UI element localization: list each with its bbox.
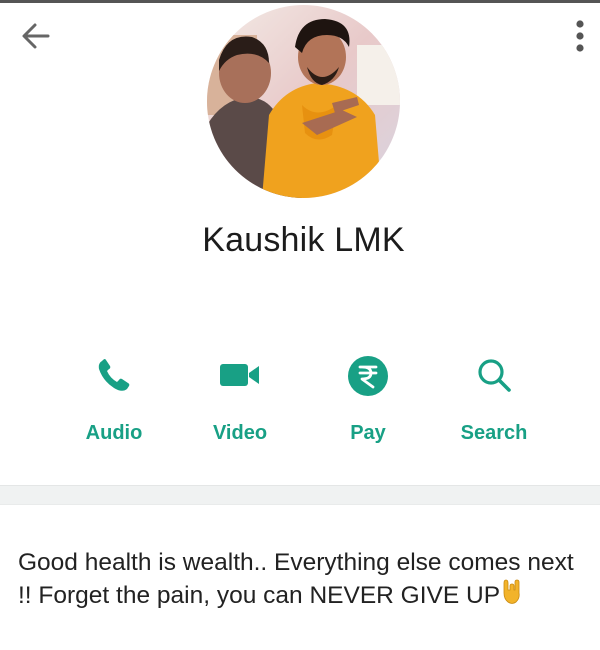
- contact-name: Kaushik LMK: [202, 221, 405, 259]
- section-divider: [0, 485, 600, 505]
- video-label: Video: [212, 422, 268, 444]
- profile-avatar[interactable]: [207, 5, 400, 198]
- rupee-icon: [348, 356, 388, 396]
- top-edge-line: [0, 0, 600, 3]
- video-camera-icon: [220, 364, 259, 386]
- action-bar: Audio Video Pay Search: [0, 345, 600, 455]
- about-text: Good health is wealth.. Everything else …: [18, 549, 574, 609]
- search-label: Search: [460, 422, 528, 444]
- rock-on-hand-icon: [501, 579, 523, 605]
- video-call-button[interactable]: Video: [185, 345, 295, 455]
- phone-icon: [98, 359, 130, 391]
- arrow-left-icon: [22, 23, 50, 49]
- pay-label: Pay: [350, 422, 386, 444]
- audio-call-button[interactable]: Audio: [59, 345, 169, 455]
- profile-photo: [207, 5, 400, 198]
- more-options-button[interactable]: [566, 16, 594, 56]
- search-icon: [478, 359, 511, 392]
- more-vertical-icon: [576, 20, 584, 52]
- search-button[interactable]: Search: [439, 345, 549, 455]
- back-button[interactable]: [18, 18, 54, 54]
- about-status: Good health is wealth.. Everything else …: [18, 547, 593, 612]
- pay-button[interactable]: Pay: [313, 345, 423, 455]
- audio-label: Audio: [85, 422, 143, 444]
